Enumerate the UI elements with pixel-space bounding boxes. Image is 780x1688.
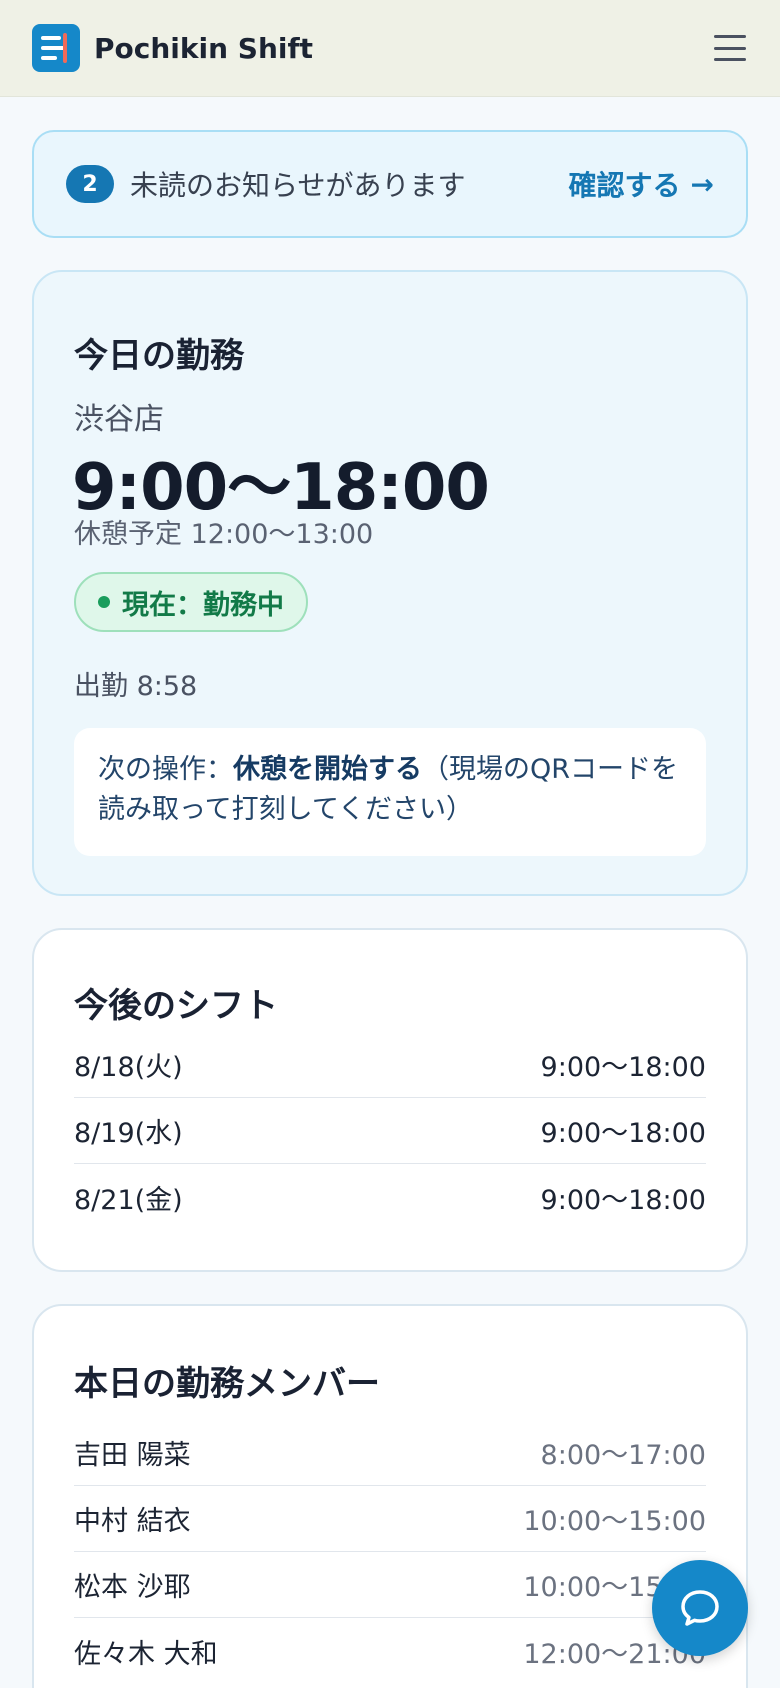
member-row: 松本 沙耶 10:00〜15:00 (74, 1552, 706, 1618)
break-schedule: 休憩予定 12:00〜13:00 (74, 519, 374, 550)
shift-row[interactable]: 8/19(水) 9:00〜18:00 (74, 1098, 706, 1164)
member-row: 佐々木 大和 12:00〜21:00 (74, 1618, 706, 1684)
work-status-label: 現在：勤務中 (122, 589, 284, 621)
member-name: 吉田 陽菜 (74, 1440, 191, 1471)
members-list: 吉田 陽菜 8:00〜17:00 中村 結衣 10:00〜15:00 松本 沙耶… (74, 1420, 706, 1684)
upcoming-shifts-title: 今後のシフト (74, 986, 278, 1026)
next-action-prefix: 次の操作： (98, 754, 233, 785)
shift-row[interactable]: 8/18(火) 9:00〜18:00 (74, 1032, 706, 1098)
member-shift-time: 8:00〜17:00 (540, 1440, 706, 1471)
shift-date: 8/18(火) (74, 1052, 183, 1083)
brand-name[interactable]: Pochikin Shift (94, 32, 313, 65)
shift-date: 8/21(金) (74, 1184, 183, 1216)
app-logo-icon[interactable] (32, 24, 80, 72)
work-status-badge: 現在：勤務中 (74, 572, 308, 632)
shift-row[interactable]: 8/21(金) 9:00〜18:00 (74, 1164, 706, 1230)
app-header: Pochikin Shift (0, 0, 780, 97)
member-name: 佐々木 大和 (74, 1638, 218, 1670)
member-row: 中村 結衣 10:00〜15:00 (74, 1486, 706, 1552)
next-action-box: 次の操作：休憩を開始する（現場のQRコードを読み取って打刻してください） (74, 728, 706, 856)
upcoming-shifts-list: 8/18(火) 9:00〜18:00 8/19(水) 9:00〜18:00 8/… (74, 1032, 706, 1230)
today-shift-card: 今日の勤務 渋谷店 9:00〜18:00 休憩予定 12:00〜13:00 現在… (32, 270, 748, 896)
next-action-name: 休憩を開始する (233, 754, 422, 785)
today-members-title: 本日の勤務メンバー (74, 1364, 380, 1404)
store-name: 渋谷店 (74, 402, 164, 437)
status-dot-icon (98, 596, 110, 608)
unread-notice-banner[interactable]: 2 未読のお知らせがあります 確認する → (32, 130, 748, 238)
unread-count-badge: 2 (66, 165, 114, 203)
view-notices-label: 確認する (568, 169, 681, 202)
unread-notice-message: 未読のお知らせがあります (130, 169, 466, 202)
chat-button[interactable] (652, 1560, 748, 1656)
chat-bubble-icon (681, 1590, 719, 1626)
shift-time: 9:00〜18:00 (540, 1052, 706, 1083)
today-members-card: 本日の勤務メンバー 吉田 陽菜 8:00〜17:00 中村 結衣 10:00〜1… (32, 1304, 748, 1688)
shift-time: 9:00〜18:00 (540, 1118, 706, 1149)
shift-date: 8/19(水) (74, 1118, 183, 1149)
member-name: 松本 沙耶 (74, 1572, 191, 1603)
hamburger-menu-icon[interactable] (712, 33, 748, 63)
member-name: 中村 結衣 (74, 1506, 191, 1537)
today-shift-title: 今日の勤務 (74, 336, 244, 376)
view-notices-link[interactable]: 確認する → (569, 164, 714, 204)
arrow-right-icon: → (690, 167, 714, 201)
shift-time: 9:00〜18:00 (540, 1184, 706, 1216)
upcoming-shifts-card: 今後のシフト 8/18(火) 9:00〜18:00 8/19(水) 9:00〜1… (32, 928, 748, 1272)
clock-in-time: 出勤 8:58 (74, 671, 198, 702)
member-row: 吉田 陽菜 8:00〜17:00 (74, 1420, 706, 1486)
member-shift-time: 10:00〜15:00 (523, 1506, 706, 1537)
